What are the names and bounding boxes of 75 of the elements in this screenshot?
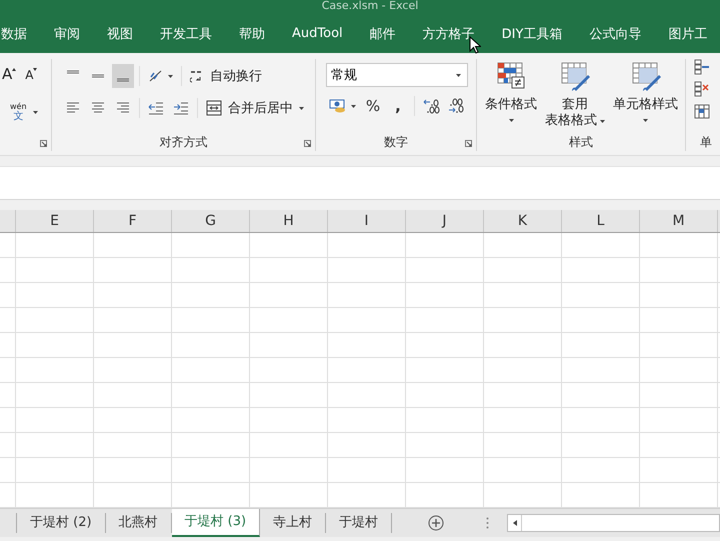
style-button[interactable]: 套用 表格格式	[545, 61, 605, 133]
style-button[interactable]: 条件格式	[485, 61, 537, 133]
insert-cells-icon[interactable]	[694, 59, 710, 75]
align-lines-icon[interactable]	[66, 101, 80, 115]
number-format-dropdown[interactable]: 常规	[326, 63, 468, 87]
table-brush-icon[interactable]	[560, 61, 590, 91]
splitter-handle-icon[interactable]	[486, 517, 490, 529]
format-cells-icon[interactable]	[694, 103, 710, 119]
ribbon-tab[interactable]: 数据	[1, 24, 27, 42]
ribbon-tab[interactable]: 审阅	[54, 24, 80, 42]
up-arrow-icon[interactable]	[12, 68, 16, 71]
align-lines-icon[interactable]	[116, 101, 130, 115]
ribbon-tab[interactable]: 开发工具	[160, 24, 212, 42]
column-header[interactable]: F	[94, 210, 172, 232]
angled-text-icon[interactable]	[148, 69, 164, 83]
decimal-icon[interactable]	[447, 98, 465, 114]
percent-style-button[interactable]: %	[362, 94, 384, 118]
vertical-align-button[interactable]	[112, 64, 134, 88]
wrap-text-button[interactable]: 自动换行	[187, 64, 265, 88]
column-header[interactable]: E	[16, 210, 94, 232]
sheet-tab[interactable]: 寺上村	[260, 513, 326, 533]
ribbon-tab[interactable]: 视图	[107, 24, 133, 42]
caret-icon[interactable]	[643, 118, 648, 122]
ribbon-tab[interactable]: 邮件	[370, 24, 396, 42]
add-sheet-icon[interactable]	[428, 515, 444, 531]
group-label: 单	[700, 134, 712, 150]
shrink-font-button[interactable]: A	[25, 65, 38, 87]
column-header[interactable]: K	[484, 210, 562, 232]
ribbon-tab[interactable]: AudTool	[292, 26, 343, 41]
column-header[interactable]: G	[172, 210, 250, 232]
comma-style-button[interactable]: ,	[387, 94, 409, 118]
left-arrow-icon[interactable]	[512, 520, 517, 526]
column-header[interactable]: I	[328, 210, 406, 232]
align-lines-icon[interactable]	[91, 101, 105, 115]
delete-cells-icon[interactable]	[694, 81, 710, 97]
group-label: 样式	[569, 134, 593, 150]
caret-icon[interactable]	[351, 104, 356, 108]
phonetic-button[interactable]: wén 文	[10, 102, 38, 122]
merge-center-button[interactable]: 合并后居中	[203, 96, 307, 120]
group-label: 对齐方式	[160, 134, 208, 150]
caret-icon[interactable]	[299, 106, 304, 110]
caret-icon[interactable]	[508, 118, 514, 122]
caret-icon[interactable]	[32, 110, 38, 114]
column-header[interactable]: M	[640, 210, 718, 232]
ribbon-tab[interactable]: DIY工具箱	[502, 24, 562, 42]
style-button[interactable]: 单元格样式	[613, 61, 678, 133]
sheet-tab[interactable]: 于堤村	[326, 513, 392, 533]
ribbon-tab[interactable]: 帮助	[239, 24, 265, 42]
ribbon-tab[interactable]: 方方格子	[422, 24, 475, 42]
group-label: 数字	[384, 134, 408, 150]
outdent-icon[interactable]	[148, 101, 164, 115]
caret-icon[interactable]	[456, 74, 461, 76]
column-header[interactable]: H	[250, 210, 328, 232]
sheet-tab[interactable]: 于堤村 (2)	[17, 513, 106, 533]
merge-cells-icon[interactable]	[206, 100, 222, 116]
column-header[interactable]: L	[562, 210, 640, 232]
ribbon-tab[interactable]: 图片工	[668, 24, 708, 42]
caret-icon[interactable]	[600, 120, 605, 122]
horizontal-scrollbar[interactable]	[507, 514, 720, 532]
ribbon-tab[interactable]: 公式向导	[589, 24, 642, 42]
down-arrow-icon[interactable]	[33, 68, 38, 71]
grow-font-button[interactable]: A	[2, 65, 16, 87]
money-icon[interactable]	[329, 98, 347, 114]
cell-brush-icon[interactable]	[630, 61, 660, 91]
caret-icon[interactable]	[168, 74, 173, 78]
decimal-icon[interactable]	[422, 98, 440, 114]
dialog-launcher-icon[interactable]	[304, 140, 311, 147]
window-title: Case.xlsm - Excel	[320, 0, 418, 11]
conditional-format-icon[interactable]	[496, 61, 526, 91]
formula-bar[interactable]	[0, 166, 720, 200]
dialog-launcher-icon[interactable]	[40, 140, 47, 147]
dialog-launcher-icon[interactable]	[465, 140, 472, 147]
column-header[interactable]: J	[406, 210, 484, 232]
indent-icon[interactable]	[173, 101, 189, 115]
sheet-tab[interactable]: 于堤村 (3)	[172, 508, 260, 536]
